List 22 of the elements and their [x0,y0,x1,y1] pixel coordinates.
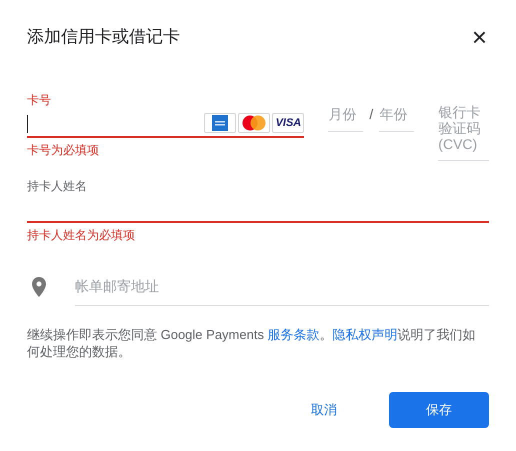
error-message: 持卡人姓名为必填项 [27,227,136,244]
year-field[interactable]: 年份 [379,104,414,132]
text-cursor [27,115,28,133]
amex-logo [204,113,236,133]
terms-text: 继续操作即表示您同意 Google Payments 服务条款。隐私权声明说明了我们如何处理您的数据。 [27,326,477,360]
card-number-field[interactable]: VISA [27,112,304,138]
separator-text: / [369,105,374,124]
mastercard-logo [238,113,270,133]
save-button[interactable]: 保存 [389,392,489,428]
terms-link[interactable]: 隐私权声明 [332,327,398,342]
visa-logo: VISA [272,113,304,133]
cancel-button[interactable]: 取消 [309,400,339,420]
field-label: 持卡人姓名 [27,178,88,195]
billing-address-field[interactable]: 帐单邮寄地址 [75,268,489,306]
field-label: 卡号 [27,94,52,106]
cvc-field[interactable]: 银行卡验证码(CVC) [438,104,489,161]
month-field[interactable]: 月份 [328,104,364,132]
error-message: 卡号为必填项 [27,142,100,159]
location-pin-icon [32,277,46,297]
terms-link[interactable]: 服务条款 [268,327,320,342]
dialog-title: 添加信用卡或借记卡 [27,26,180,48]
close-button[interactable]: × [472,24,487,50]
